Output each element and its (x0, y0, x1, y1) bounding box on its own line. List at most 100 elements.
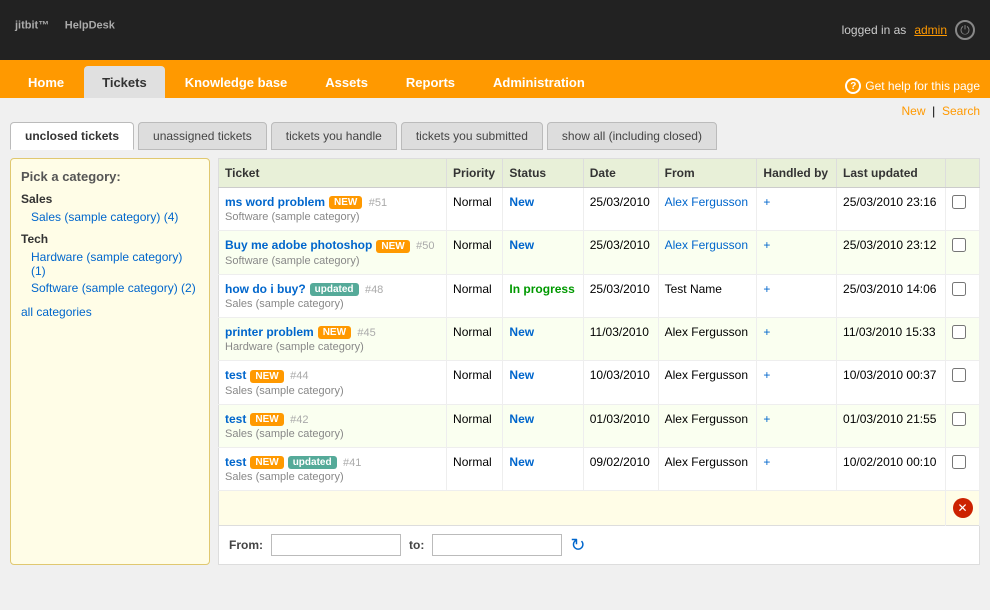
delete-cell[interactable]: ✕ (946, 491, 980, 526)
date-cell: 25/03/2010 (583, 231, 658, 274)
delete-button[interactable]: ✕ (953, 498, 973, 518)
from-cell: Test Name (658, 274, 757, 317)
refresh-icon[interactable]: ↻ (570, 535, 585, 556)
tab-unassigned[interactable]: unassigned tickets (138, 122, 267, 150)
ticket-title[interactable]: Buy me adobe photoshop (225, 238, 372, 252)
sidebar-item-sales[interactable]: Sales (sample category) (4) (31, 210, 199, 224)
handled-by-cell[interactable]: + (757, 447, 837, 490)
last-updated-cell: 10/03/2010 00:37 (837, 361, 946, 404)
checkbox-cell[interactable] (946, 188, 980, 231)
col-checkbox (946, 159, 980, 188)
table-row: testNEW #42 Sales (sample category) Norm… (219, 404, 980, 447)
ticket-cell: testNEWupdated #41 Sales (sample categor… (219, 447, 447, 490)
logo-text: HelpDesk (65, 20, 115, 32)
row-checkbox[interactable] (952, 195, 966, 209)
to-label: to: (409, 538, 424, 552)
handled-by-cell[interactable]: + (757, 188, 837, 231)
sidebar-item-hardware[interactable]: Hardware (sample category) (1) (31, 250, 199, 278)
ticket-num: #42 (287, 414, 308, 426)
category-sales: Sales (21, 192, 199, 206)
from-cell: Alex Fergusson (658, 188, 757, 231)
last-updated-cell: 25/03/2010 14:06 (837, 274, 946, 317)
checkbox-cell[interactable] (946, 447, 980, 490)
handled-by-cell[interactable]: + (757, 274, 837, 317)
ticket-title[interactable]: printer problem (225, 325, 314, 339)
checkbox-cell[interactable] (946, 274, 980, 317)
row-checkbox[interactable] (952, 412, 966, 426)
nav-help[interactable]: ? Get help for this page (845, 78, 980, 94)
priority-cell: Normal (447, 404, 503, 447)
priority-cell: Normal (447, 317, 503, 360)
nav-item-administration[interactable]: Administration (475, 66, 603, 98)
tab-submitted[interactable]: tickets you submitted (401, 122, 543, 150)
ticket-title[interactable]: test (225, 368, 246, 382)
power-icon[interactable]: ⏻ (955, 20, 975, 40)
from-name: Test Name (665, 282, 722, 296)
row-checkbox[interactable] (952, 282, 966, 296)
to-date-input[interactable] (432, 534, 562, 556)
tab-handle[interactable]: tickets you handle (271, 122, 397, 150)
header: jitbit™ HelpDesk logged in as admin ⏻ (0, 0, 990, 60)
from-date-input[interactable] (271, 534, 401, 556)
username-link[interactable]: admin (914, 23, 947, 37)
row-checkbox[interactable] (952, 238, 966, 252)
checkbox-cell[interactable] (946, 317, 980, 360)
nav-item-reports[interactable]: Reports (388, 66, 473, 98)
nav-item-home[interactable]: Home (10, 66, 82, 98)
ticket-title[interactable]: test (225, 455, 246, 469)
col-status: Status (503, 159, 583, 188)
table-row: Buy me adobe photoshopNEW #50 Software (… (219, 231, 980, 274)
nav-bar: Home Tickets Knowledge base Assets Repor… (0, 60, 990, 98)
updated-badge: updated (310, 283, 359, 296)
ticket-category: Hardware (sample category) (225, 341, 364, 353)
table-row: testNEW #44 Sales (sample category) Norm… (219, 361, 980, 404)
ticket-num: #41 (340, 457, 361, 469)
from-cell: Alex Fergusson (658, 404, 757, 447)
last-updated-cell: 01/03/2010 21:55 (837, 404, 946, 447)
row-checkbox[interactable] (952, 455, 966, 469)
ticket-area: Ticket Priority Status Date From Handled… (218, 158, 980, 565)
from-name: Alex Fergusson (665, 412, 748, 426)
new-badge: NEW (250, 413, 283, 426)
table-row: printer problemNEW #45 Hardware (sample … (219, 317, 980, 360)
nav-item-assets[interactable]: Assets (307, 66, 386, 98)
checkbox-cell[interactable] (946, 361, 980, 404)
ticket-title[interactable]: ms word problem (225, 195, 325, 209)
tab-unclosed[interactable]: unclosed tickets (10, 122, 134, 150)
ticket-table: Ticket Priority Status Date From Handled… (218, 158, 980, 526)
all-categories-link[interactable]: all categories (21, 305, 199, 319)
handled-by-cell[interactable]: + (757, 231, 837, 274)
tab-show-all[interactable]: show all (including closed) (547, 122, 717, 150)
handled-by-cell[interactable]: + (757, 317, 837, 360)
nav-item-tickets[interactable]: Tickets (84, 66, 165, 98)
ticket-num: #51 (366, 197, 387, 209)
date-cell: 11/03/2010 (583, 317, 658, 360)
main-content: New | Search unclosed tickets unassigned… (0, 98, 990, 571)
checkbox-cell[interactable] (946, 404, 980, 447)
from-link[interactable]: Alex Fergusson (665, 238, 748, 252)
ticket-title[interactable]: test (225, 412, 246, 426)
sidebar-title: Pick a category: (21, 169, 199, 184)
handled-by-cell[interactable]: + (757, 361, 837, 404)
header-right: logged in as admin ⏻ (842, 20, 975, 40)
from-name: Alex Fergusson (665, 325, 748, 339)
logged-in-label: logged in as (842, 23, 907, 37)
handled-by-cell[interactable]: + (757, 404, 837, 447)
search-link[interactable]: Search (942, 104, 980, 118)
priority-cell: Normal (447, 274, 503, 317)
ticket-title[interactable]: how do i buy? (225, 282, 306, 296)
updated-badge: updated (288, 456, 337, 469)
ticket-cell: printer problemNEW #45 Hardware (sample … (219, 317, 447, 360)
row-checkbox[interactable] (952, 368, 966, 382)
ticket-num: #45 (354, 327, 375, 339)
ticket-category: Sales (sample category) (225, 471, 344, 483)
from-link[interactable]: Alex Fergusson (665, 195, 748, 209)
nav-item-knowledge[interactable]: Knowledge base (167, 66, 306, 98)
sidebar-item-software[interactable]: Software (sample category) (2) (31, 281, 199, 295)
row-checkbox[interactable] (952, 325, 966, 339)
checkbox-cell[interactable] (946, 231, 980, 274)
ticket-category: Sales (sample category) (225, 385, 344, 397)
new-link[interactable]: New (902, 104, 926, 118)
category-tech: Tech (21, 232, 199, 246)
content-area: Pick a category: Sales Sales (sample cat… (10, 158, 980, 565)
